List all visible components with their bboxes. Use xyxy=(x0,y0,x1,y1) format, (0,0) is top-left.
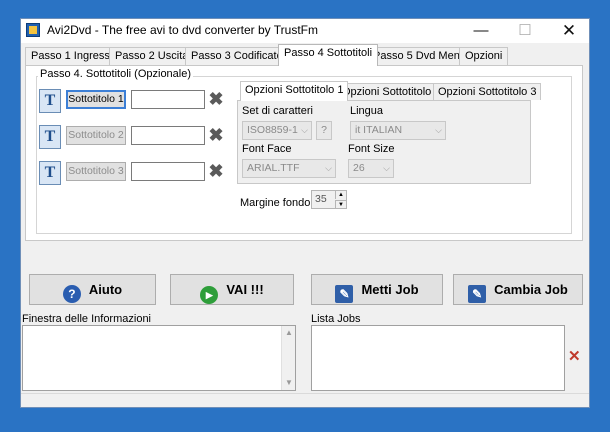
title-bar: Avi2Dvd - The free avi to dvd converter … xyxy=(21,19,589,43)
help-icon: ? xyxy=(62,285,81,303)
remove-subtitle-1-icon[interactable]: ✖ xyxy=(208,90,224,108)
go-button-label: VAI !!! xyxy=(226,282,264,297)
font-face-label: Font Face xyxy=(242,143,292,155)
status-bar xyxy=(21,393,589,407)
tab-subtitle-1-options[interactable]: Opzioni Sottotitolo 1 xyxy=(240,81,349,101)
add-job-button-label: Metti Job xyxy=(361,282,419,297)
spin-up-icon[interactable]: ▲ xyxy=(335,191,346,199)
close-button[interactable]: ✕ xyxy=(549,19,589,43)
help-button[interactable]: ? Aiuto xyxy=(29,274,156,305)
font-size-value: 26 xyxy=(353,162,365,174)
tab-step2-output[interactable]: Passo 2 Uscita xyxy=(109,47,195,65)
chevron-down-icon: ⌵ xyxy=(325,163,332,173)
text-file-icon: T xyxy=(39,125,61,149)
help-button-label: Aiuto xyxy=(88,282,123,297)
subtitle-1-button[interactable]: Sottotitolo 1 xyxy=(66,90,126,109)
chevron-down-icon: ⌵ xyxy=(435,125,442,135)
font-size-select[interactable]: 26 ⌵ xyxy=(348,159,394,178)
add-job-button[interactable]: ✎ Metti Job xyxy=(311,274,443,305)
margin-spinner[interactable]: 35 ▲ ▼ xyxy=(311,190,347,209)
scroll-up-icon[interactable]: ▲ xyxy=(285,328,293,337)
subtitle-2-field[interactable] xyxy=(131,126,205,145)
font-face-value: ARIAL.TTF xyxy=(247,162,300,174)
tab-step5-dvd-menu[interactable]: Passo 5 Dvd Menu xyxy=(367,47,472,65)
add-job-icon: ✎ xyxy=(335,285,354,303)
info-label: Finestra delle Informazioni xyxy=(22,313,152,325)
window-title: Avi2Dvd - The free avi to dvd converter … xyxy=(47,23,318,37)
text-file-icon: T xyxy=(39,161,61,185)
minimize-button[interactable]: — xyxy=(461,19,501,43)
info-textarea[interactable]: ▲ ▼ xyxy=(22,325,296,391)
margin-value: 35 xyxy=(315,193,327,205)
margin-label: Margine fondo xyxy=(240,197,311,209)
app-icon xyxy=(26,23,40,37)
text-file-icon: T xyxy=(39,89,61,113)
font-size-label: Font Size xyxy=(348,143,395,155)
play-icon: ▶ xyxy=(200,286,219,304)
charset-help-button[interactable]: ? xyxy=(316,121,332,140)
subtitle-1-field[interactable] xyxy=(131,90,205,109)
jobs-list[interactable] xyxy=(311,325,565,391)
tab-step4-subtitles[interactable]: Passo 4 Sottotitoli xyxy=(278,44,379,66)
tab-subtitle-2-options[interactable]: Opzioni Sottotitolo 2 xyxy=(337,83,446,100)
subtitle-3-button[interactable]: Sottotitolo 3 xyxy=(66,162,126,181)
go-button[interactable]: ▶ VAI !!! xyxy=(170,274,294,305)
maximize-button[interactable]: ☐ xyxy=(505,19,545,43)
tab-options[interactable]: Opzioni xyxy=(459,47,509,65)
scroll-down-icon[interactable]: ▼ xyxy=(285,378,293,387)
main-window: Avi2Dvd - The free avi to dvd converter … xyxy=(20,18,590,408)
group-title: Passo 4. Sottotitoli (Opzionale) xyxy=(38,68,194,80)
charset-value: ISO8859-1 xyxy=(247,124,298,136)
charset-label: Set di caratteri xyxy=(242,105,313,117)
language-label: Lingua xyxy=(350,105,384,117)
change-job-button[interactable]: ✎ Cambia Job xyxy=(453,274,583,305)
remove-subtitle-3-icon[interactable]: ✖ xyxy=(208,162,224,180)
subtitle-2-button[interactable]: Sottotitolo 2 xyxy=(66,126,126,145)
change-job-button-label: Cambia Job xyxy=(494,282,568,297)
language-select[interactable]: it ITALIAN ⌵ xyxy=(350,121,446,140)
edit-job-icon: ✎ xyxy=(468,285,487,303)
tab-step1-input[interactable]: Passo 1 Ingresso xyxy=(25,47,122,65)
chevron-down-icon: ⌵ xyxy=(383,163,390,173)
subtitle-3-field[interactable] xyxy=(131,162,205,181)
info-scrollbar[interactable]: ▲ ▼ xyxy=(281,326,295,390)
chevron-down-icon: ⌵ xyxy=(301,125,308,135)
delete-job-icon[interactable]: ✕ xyxy=(568,349,582,364)
spin-down-icon[interactable]: ▼ xyxy=(335,200,346,208)
subtitle-options-panel: Set di caratteri ISO8859-1 ⌵ ? Lingua it… xyxy=(237,100,531,184)
remove-subtitle-2-icon[interactable]: ✖ xyxy=(208,126,224,144)
charset-select[interactable]: ISO8859-1 ⌵ xyxy=(242,121,312,140)
jobs-label: Lista Jobs xyxy=(311,313,361,325)
tab-subtitle-3-options[interactable]: Opzioni Sottotitolo 3 xyxy=(433,83,542,100)
language-value: it ITALIAN xyxy=(355,124,403,136)
font-face-select[interactable]: ARIAL.TTF ⌵ xyxy=(242,159,336,178)
